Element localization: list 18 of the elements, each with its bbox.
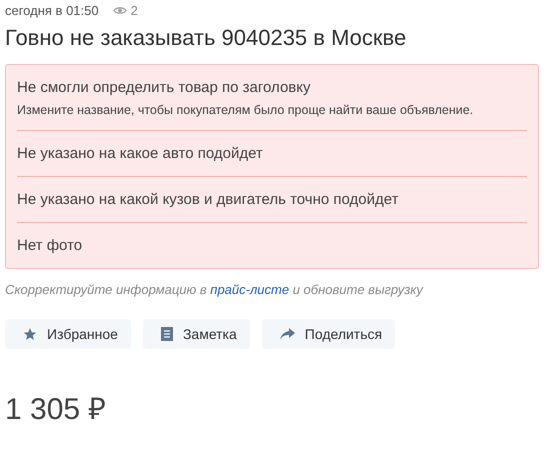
share-button[interactable]: Поделиться [262,319,396,349]
correction-note: Скорректируйте информацию в прайс-листе и обновите выгрузку [5,282,424,297]
note-button[interactable]: Заметка [142,319,250,349]
document-icon [160,327,173,341]
share-arrow-icon [280,328,295,340]
view-count: 2 [130,2,138,18]
price-list-link[interactable]: прайс-листе [210,282,290,297]
post-date: сегодня в 01:50 [5,2,99,18]
warning-hint: Измените название, чтобы покупателям было проще найти ваше объявление. [17,103,474,117]
warning-text: Нет фото [17,237,84,255]
favorite-button[interactable]: Избранное [5,319,131,349]
price: 1 305 ₽ [5,392,106,428]
listing-title: Говно не заказывать 9040235 в Москве [5,24,408,52]
warning-text: Не указано на какое авто подойдет [17,145,264,163]
warning-text: Не указано на какой кузов и двигатель точно подойдет [17,191,400,209]
warning-text: Не смогли определить товар по заголовку [17,79,312,97]
star-icon [23,327,37,341]
eye-icon [112,6,127,14]
